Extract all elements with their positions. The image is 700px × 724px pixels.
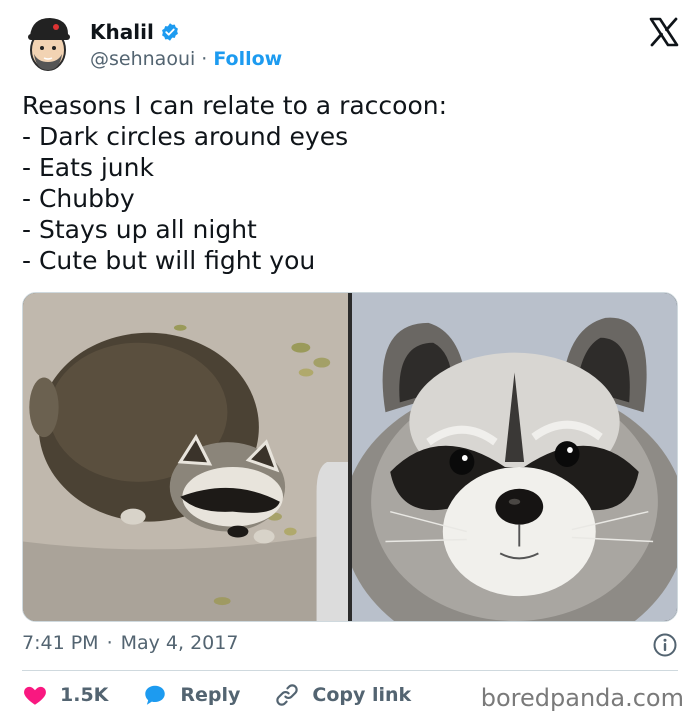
tweet-line: - Dark circles around eyes [22, 122, 349, 151]
info-icon[interactable] [652, 632, 678, 658]
tweet-line: - Eats junk [22, 153, 154, 182]
tweet-line: Reasons I can relate to a raccoon: [22, 91, 448, 120]
author-handle[interactable]: @sehnaoui [90, 48, 195, 70]
reply-label: Reply [180, 684, 241, 706]
tweet-line: - Stays up all night [22, 215, 257, 244]
heart-icon [24, 686, 46, 705]
meta-separator: · [106, 632, 113, 654]
tweet-card: Khalil @sehnaoui · Follow Reasons I can … [0, 0, 700, 724]
tweet-media[interactable] [22, 292, 678, 622]
link-icon [276, 684, 299, 706]
tweet-timestamp[interactable]: 7:41 PM · May 4, 2017 [22, 632, 238, 654]
copy-link-label: Copy link [312, 684, 412, 706]
author-handle-row: @sehnaoui · Follow [90, 48, 282, 70]
photo-raccoon-face[interactable] [352, 293, 677, 621]
tweet-actions: 1.5K Reply Copy link [22, 682, 411, 708]
follow-button[interactable]: Follow [213, 48, 282, 70]
author-name[interactable]: Khalil [90, 20, 154, 44]
like-button[interactable]: 1.5K [22, 682, 108, 708]
copy-link-button[interactable]: Copy link [274, 682, 411, 708]
tweet-time: 7:41 PM [22, 632, 99, 654]
photo-chubby-raccoon[interactable] [23, 293, 348, 621]
like-count: 1.5K [60, 684, 109, 706]
divider [22, 670, 678, 671]
avatar[interactable] [22, 14, 74, 74]
x-logo-icon[interactable] [648, 16, 680, 48]
watermark: boredpanda.com [480, 684, 684, 712]
reply-bubble-icon [145, 685, 166, 705]
tweet-date: May 4, 2017 [120, 632, 239, 654]
verified-badge-icon [161, 23, 178, 41]
handle-separator: · [201, 48, 208, 70]
tweet-line: - Cute but will fight you [22, 246, 316, 275]
reply-button[interactable]: Reply [142, 682, 240, 708]
tweet-line: - Chubby [22, 184, 135, 213]
tweet-text: Reasons I can relate to a raccoon: - Dar… [22, 90, 682, 276]
author-name-row: Khalil [90, 20, 180, 44]
